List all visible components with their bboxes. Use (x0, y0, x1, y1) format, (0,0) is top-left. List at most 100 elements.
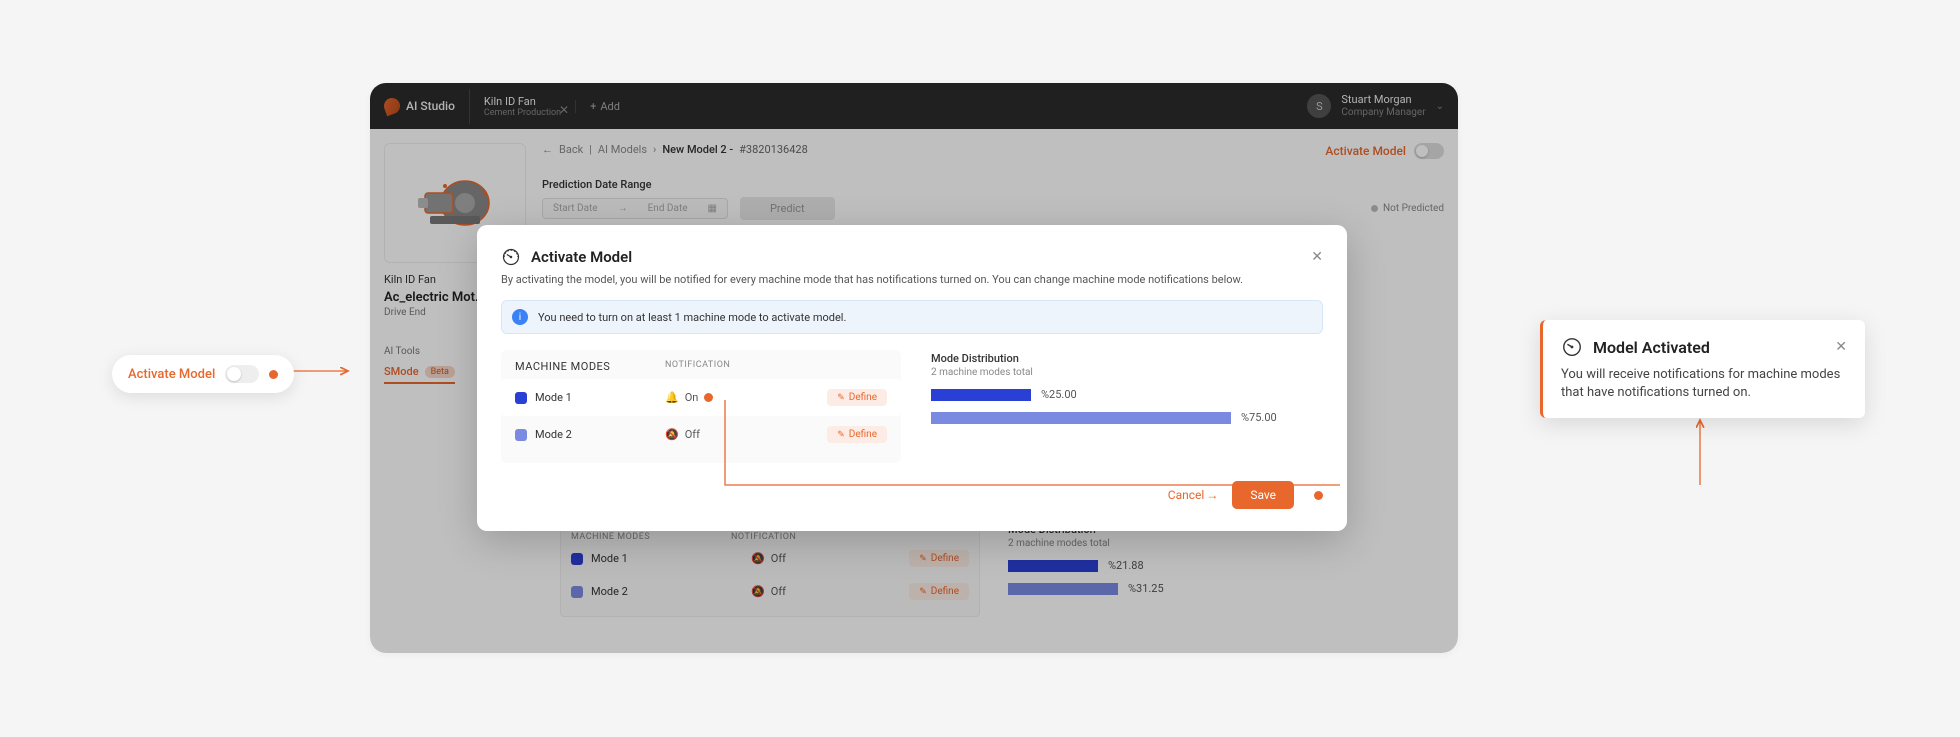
dist-bar (931, 389, 1031, 401)
bell-off-icon: 🔕 (665, 428, 679, 441)
save-button[interactable]: Save (1232, 481, 1294, 509)
dist-sub: 2 machine modes total (931, 367, 1323, 378)
dist-bar (1008, 583, 1118, 595)
table-row: Mode 2 🔕Off ✎Define (571, 575, 969, 608)
modal-title: Activate Model (531, 248, 632, 266)
toast-body: You will receive notifications for machi… (1561, 366, 1847, 402)
back-link[interactable]: Back (559, 143, 583, 156)
bell-off-icon: 🔕 (751, 552, 765, 565)
smode-label: SMode (384, 365, 419, 378)
add-tab-label: Add (600, 100, 620, 113)
end-date-placeholder: End Date (648, 203, 688, 214)
chevron-down-icon: ⌄ (1436, 101, 1444, 112)
plus-icon: + (590, 100, 596, 113)
start-date-placeholder: Start Date (553, 203, 598, 214)
model-activated-toast: Model Activated ✕ You will receive notif… (1540, 320, 1865, 418)
breadcrumb: ← Back | AI Models › New Model 2 - #3820… (542, 143, 1444, 156)
connector-dot-icon (704, 393, 713, 402)
arrow-right-icon: → (618, 203, 628, 214)
predict-button[interactable]: Predict (740, 197, 835, 220)
avatar: S (1307, 94, 1331, 118)
toggle-switch[interactable] (225, 365, 259, 383)
notif-state: On (685, 391, 699, 404)
th-notif: NOTIFICATION (665, 360, 730, 373)
info-icon: i (512, 309, 528, 325)
tab-kiln[interactable]: Kiln ID Fan Cement Production ✕ (469, 89, 575, 124)
dist-bar (931, 412, 1231, 424)
activate-model-modal: Activate Model ✕ By activating the model… (477, 225, 1347, 531)
titlebar: AI Studio Kiln ID Fan Cement Production … (370, 83, 1458, 129)
tab-subtitle: Cement Production (484, 108, 561, 118)
mode-color-icon (571, 553, 583, 565)
cancel-button[interactable]: Cancel→ (1168, 488, 1219, 502)
content: ← Back | AI Models › New Model 2 - #3820… (542, 143, 1444, 220)
back-arrow-icon[interactable]: ← (542, 143, 553, 156)
activate-label: Activate Model (128, 367, 215, 382)
pencil-icon: ✎ (837, 393, 845, 403)
mode-label: Mode 1 (591, 552, 628, 565)
mode-color-icon (515, 392, 527, 404)
connector-dot-icon (1314, 491, 1323, 500)
define-button[interactable]: ✎Define (909, 550, 969, 567)
activate-label: Activate Model (1325, 144, 1406, 158)
th-notif: NOTIFICATION (731, 532, 796, 542)
mode-color-icon (515, 429, 527, 441)
not-predicted-legend: Not Predicted (1371, 203, 1444, 214)
activate-model-pill[interactable]: Activate Model (112, 355, 294, 393)
dist-pct: %31.25 (1128, 582, 1164, 595)
lower-panel: MACHINE MODES NOTIFICATION Mode 1 🔕Off ✎… (560, 523, 1420, 617)
legend-dot-icon (1371, 205, 1378, 212)
brand-icon (382, 96, 403, 117)
notif-state: Off (685, 428, 700, 441)
toggle-switch[interactable] (1414, 143, 1444, 159)
define-button[interactable]: ✎Define (827, 426, 887, 443)
modal-description: By activating the model, you will be not… (501, 273, 1323, 286)
pencil-icon: ✎ (919, 554, 927, 564)
mode-label: Mode 2 (535, 428, 572, 441)
mode-label: Mode 1 (535, 391, 572, 404)
pencil-icon: ✎ (919, 587, 927, 597)
not-predicted-label: Not Predicted (1383, 203, 1444, 214)
define-button[interactable]: ✎Define (827, 389, 887, 406)
user-name: Stuart Morgan (1341, 94, 1425, 106)
info-banner: i You need to turn on at least 1 machine… (501, 300, 1323, 334)
dist-pct: %25.00 (1041, 388, 1077, 401)
calendar-icon: ▦ (708, 203, 717, 214)
user-role: Company Manager (1341, 107, 1425, 118)
table-row: Mode 2 🔕 Off ✎Define (515, 416, 887, 453)
date-range-input[interactable]: Start Date → End Date ▦ (542, 198, 728, 219)
toast-title: Model Activated (1593, 338, 1710, 357)
th-modes: MACHINE MODES (571, 532, 731, 542)
brand-label: AI Studio (406, 99, 455, 113)
tab-close-icon[interactable]: ✕ (559, 103, 569, 117)
connector-dot-icon (269, 370, 278, 379)
gauge-icon (1561, 336, 1583, 358)
activate-model-toggle-top[interactable]: Activate Model (1325, 143, 1444, 159)
define-button[interactable]: ✎Define (909, 583, 969, 600)
bell-on-icon: 🔔 (665, 391, 679, 404)
table-row: Mode 1 🔔 On ✎Define (501, 379, 901, 416)
beta-badge: Beta (425, 366, 455, 378)
add-tab-button[interactable]: + Add (575, 100, 634, 113)
dist-bar (1008, 560, 1098, 572)
model-hash: #3820136428 (739, 143, 808, 156)
crumb-aimodels[interactable]: AI Models (598, 143, 647, 156)
pred-range-label: Prediction Date Range (542, 178, 1444, 191)
close-icon[interactable]: ✕ (1311, 249, 1323, 265)
brand: AI Studio (370, 98, 469, 114)
mode-distribution: Mode Distribution 2 machine modes total … (931, 350, 1323, 463)
notif-state: Off (771, 585, 786, 598)
mode-label: Mode 2 (591, 585, 628, 598)
tab-smode[interactable]: SMode Beta (384, 365, 455, 384)
dist-title: Mode Distribution (931, 352, 1323, 365)
gauge-icon (501, 247, 521, 267)
th-modes: MACHINE MODES (515, 360, 665, 373)
dist-sub: 2 machine modes total (1008, 538, 1308, 549)
dist-pct: %21.88 (1108, 559, 1144, 572)
user-menu[interactable]: S Stuart Morgan Company Manager ⌄ (1307, 94, 1458, 118)
close-icon[interactable]: ✕ (1835, 339, 1847, 355)
info-text: You need to turn on at least 1 machine m… (538, 311, 846, 324)
tab-title: Kiln ID Fan (484, 95, 561, 108)
table-row: Mode 1 🔕Off ✎Define (571, 542, 969, 575)
crumb-current: New Model 2 - (662, 143, 733, 156)
